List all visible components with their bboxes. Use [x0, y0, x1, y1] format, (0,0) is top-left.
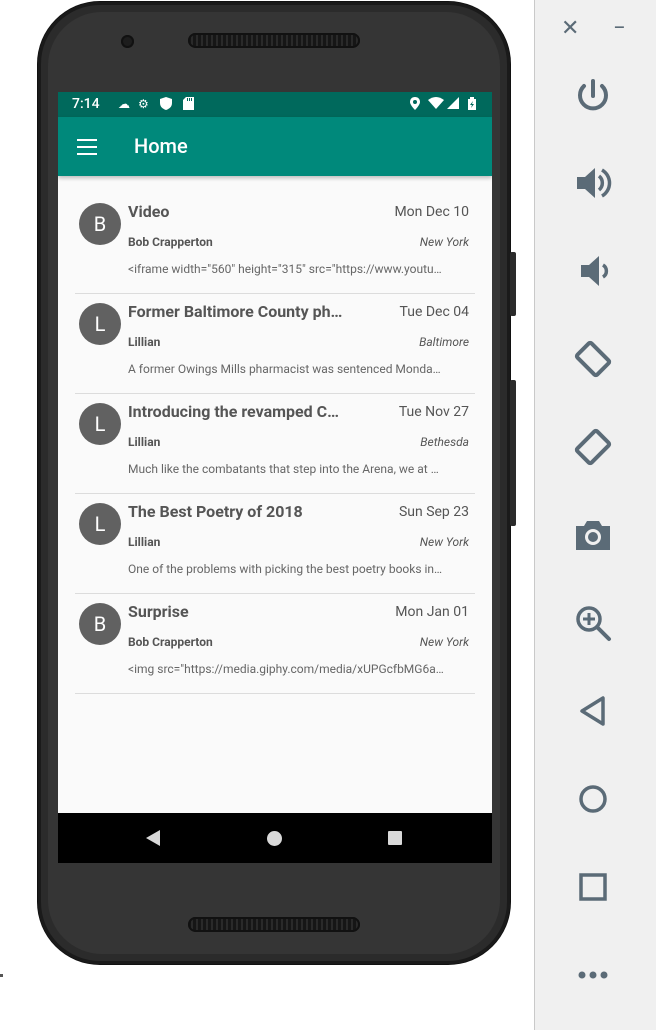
list-item[interactable]: B Video Mon Dec 10 Bob Crapperton New Yo…: [75, 195, 475, 294]
battery-icon: [468, 97, 476, 113]
post-list: B Video Mon Dec 10 Bob Crapperton New Yo…: [75, 195, 475, 695]
avatar: L: [79, 403, 121, 445]
avatar: L: [79, 503, 121, 545]
close-icon[interactable]: ✕: [561, 14, 579, 44]
post-title: The Best Poetry of 2018: [128, 502, 303, 521]
power-icon[interactable]: [571, 74, 615, 118]
bottom-speaker: [188, 917, 360, 932]
top-speaker: [188, 33, 360, 48]
more-icon[interactable]: [571, 953, 615, 997]
location-status-icon: [410, 97, 420, 113]
status-bar: 7:14 ☁ ⚙: [58, 92, 492, 117]
post-title: Introducing the revamped C…: [128, 402, 339, 421]
avatar: B: [79, 203, 121, 245]
android-nav-bar: [58, 813, 492, 863]
sd-card-status-icon: [183, 97, 194, 113]
post-snippet: One of the problems with picking the bes…: [128, 562, 443, 576]
settings-status-icon: ⚙: [138, 97, 149, 111]
stray-pixel: [0, 974, 3, 977]
cell-signal-icon: [447, 97, 459, 112]
rotate-left-icon[interactable]: [571, 337, 615, 381]
post-author: Lillian: [128, 435, 161, 449]
phone-side-button-power[interactable]: [510, 252, 516, 316]
post-date: Tue Nov 27: [398, 404, 469, 420]
rotate-right-icon[interactable]: [571, 425, 615, 469]
back-icon[interactable]: [571, 689, 615, 733]
post-author: Lillian: [128, 335, 161, 349]
post-date: Mon Dec 10: [394, 204, 469, 220]
avatar: L: [79, 303, 121, 345]
nav-recents-icon[interactable]: [388, 831, 402, 845]
post-location: New York: [419, 235, 469, 249]
post-snippet: <img src="https://media.giphy.com/media/…: [128, 662, 444, 676]
phone-side-button-volume[interactable]: [510, 380, 516, 526]
app-bar-title: Home: [134, 134, 188, 158]
nav-home-icon[interactable]: [267, 831, 282, 846]
post-title: Former Baltimore County ph…: [128, 302, 343, 321]
list-item[interactable]: L The Best Poetry of 2018 Sun Sep 23 Lil…: [75, 495, 475, 594]
minimize-icon[interactable]: −: [613, 14, 626, 44]
front-camera: [121, 35, 134, 48]
volume-down-icon[interactable]: [571, 249, 615, 293]
emulator-toolbar: ✕ −: [534, 0, 656, 1030]
post-date: Mon Jan 01: [395, 604, 469, 620]
post-title: Surprise: [128, 602, 189, 621]
post-snippet: Much like the combatants that step into …: [128, 462, 439, 476]
post-location: Bethesda: [420, 435, 469, 449]
post-author: Lillian: [128, 535, 161, 549]
list-item[interactable]: L Introducing the revamped C… Tue Nov 27…: [75, 395, 475, 494]
status-time: 7:14: [72, 96, 100, 112]
avatar: B: [79, 603, 121, 645]
hamburger-menu-icon[interactable]: [77, 139, 97, 155]
post-snippet: <iframe width="560" height="315" src="ht…: [128, 262, 442, 276]
overview-icon[interactable]: [571, 865, 615, 909]
nav-back-icon[interactable]: [146, 830, 160, 846]
list-item[interactable]: B Surprise Mon Jan 01 Bob Crapperton New…: [75, 595, 475, 694]
post-date: Tue Dec 04: [399, 304, 469, 320]
home-icon[interactable]: [571, 777, 615, 821]
volume-up-icon[interactable]: [571, 161, 615, 205]
post-location: New York: [419, 535, 469, 549]
zoom-icon[interactable]: [571, 601, 615, 645]
wifi-status-icon: [428, 97, 444, 112]
post-date: Sun Sep 23: [398, 504, 469, 520]
app-bar: Home: [58, 117, 492, 176]
shield-status-icon: [160, 97, 172, 113]
post-author: Bob Crapperton: [128, 235, 213, 249]
post-snippet: A former Owings Mills pharmacist was sen…: [128, 362, 441, 376]
post-title: Video: [128, 202, 170, 221]
post-author: Bob Crapperton: [128, 635, 213, 649]
post-location: New York: [419, 635, 469, 649]
notification-icon: ☁: [118, 97, 130, 111]
post-location: Baltimore: [419, 335, 469, 349]
list-item[interactable]: L Former Baltimore County ph… Tue Dec 04…: [75, 295, 475, 394]
camera-icon[interactable]: [571, 513, 615, 557]
